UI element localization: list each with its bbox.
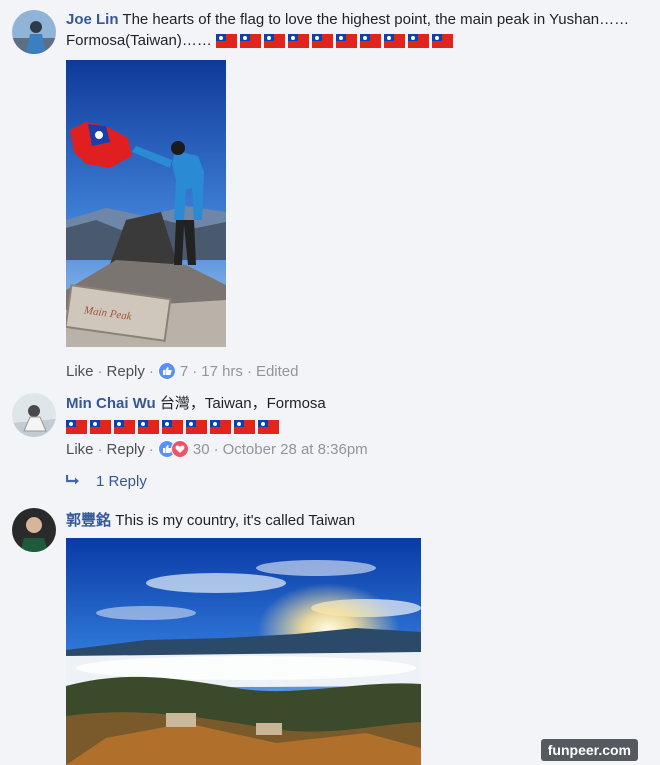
taiwan-flag-icon xyxy=(258,420,279,435)
comment-text: This is my country, it's called Taiwan xyxy=(115,512,356,529)
comment-actions: Like · Reply · 30 · October 28 at 8:36pm xyxy=(66,440,368,458)
comment-guo-feng-ming: 郭豐銘 This is my country, it's called Taiw… xyxy=(66,510,636,531)
taiwan-flag-icon xyxy=(288,34,310,49)
avatar-joe-lin[interactable] xyxy=(12,10,56,54)
comment-min-chai-wu: Min Chai Wu 台灣，Taiwan，Formosa xyxy=(66,393,636,437)
taiwan-flag-icon xyxy=(360,34,382,49)
taiwan-flag-icon xyxy=(138,420,159,435)
flag-emoji-row xyxy=(216,32,456,49)
author-name[interactable]: Min Chai Wu xyxy=(66,395,156,412)
taiwan-flag-icon xyxy=(312,34,334,49)
thumbs-up-icon xyxy=(157,362,176,380)
reply-arrow-icon xyxy=(65,473,84,490)
taiwan-flag-icon xyxy=(114,420,135,435)
comment-photo-sea-of-clouds[interactable] xyxy=(66,538,421,765)
taiwan-flag-icon xyxy=(432,34,454,49)
taiwan-flag-icon xyxy=(162,420,183,435)
reply-button[interactable]: Reply xyxy=(107,441,145,458)
heart-icon xyxy=(170,440,189,458)
comment-photo-yushan[interactable]: Main Peak xyxy=(66,60,226,347)
like-button[interactable]: Like xyxy=(66,441,94,458)
taiwan-flag-icon xyxy=(216,34,238,49)
taiwan-flag-icon xyxy=(210,420,231,435)
comment-text: 台灣，Taiwan，Formosa xyxy=(159,395,326,412)
reaction-summary[interactable] xyxy=(157,362,176,380)
timestamp[interactable]: 17 hrs xyxy=(201,363,243,380)
reaction-count[interactable]: 30 xyxy=(193,441,210,458)
timestamp[interactable]: October 28 at 8:36pm xyxy=(223,441,368,458)
replies-count-link[interactable]: 1 Reply xyxy=(96,473,147,490)
reply-button[interactable]: Reply xyxy=(107,363,145,380)
author-name[interactable]: 郭豐銘 xyxy=(66,512,111,529)
reaction-summary[interactable] xyxy=(157,440,189,458)
author-name[interactable]: Joe Lin xyxy=(66,11,119,28)
taiwan-flag-icon xyxy=(384,34,406,49)
watermark: funpeer.com xyxy=(540,739,638,761)
taiwan-flag-icon xyxy=(90,420,111,435)
avatar-guo-feng-ming[interactable] xyxy=(12,508,56,552)
taiwan-flag-icon xyxy=(66,420,87,435)
taiwan-flag-icon xyxy=(264,34,286,49)
edited-label[interactable]: Edited xyxy=(256,363,299,380)
comment-joe-lin: Joe Lin The hearts of the flag to love t… xyxy=(66,9,636,51)
replies-link[interactable]: 1 Reply xyxy=(65,473,147,490)
taiwan-flag-icon xyxy=(408,34,430,49)
like-button[interactable]: Like xyxy=(66,363,94,380)
reaction-count[interactable]: 7 xyxy=(180,363,188,380)
taiwan-flag-icon xyxy=(336,34,358,49)
taiwan-flag-icon xyxy=(186,420,207,435)
taiwan-flag-icon xyxy=(234,420,255,435)
flag-emoji-row xyxy=(66,416,636,437)
avatar-min-chai-wu[interactable] xyxy=(12,393,56,437)
taiwan-flag-icon xyxy=(240,34,262,49)
comment-actions: Like · Reply · 7 · 17 hrs · Edited xyxy=(66,362,299,380)
